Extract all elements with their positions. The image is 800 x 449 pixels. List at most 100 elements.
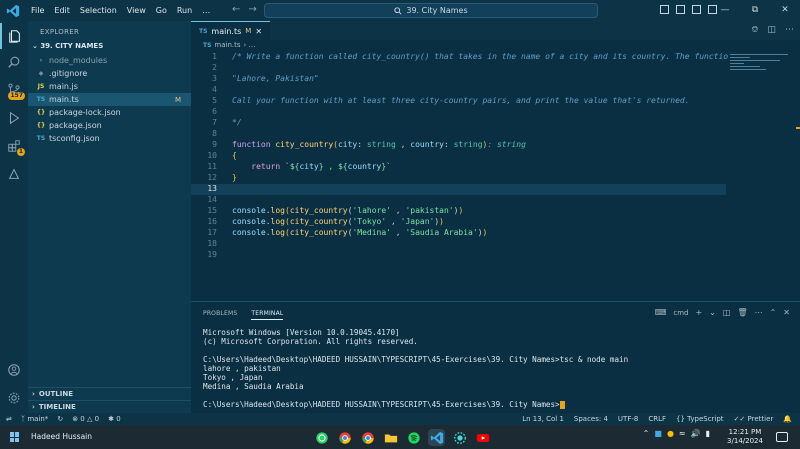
source-control-badge: 157 (8, 92, 25, 100)
navigation-arrows: ← → (232, 4, 257, 15)
chrome-profile-icon[interactable] (359, 429, 376, 446)
terminal-shell-label[interactable]: cmd (673, 309, 688, 317)
whatsapp-icon[interactable] (313, 429, 330, 446)
minimize-icon[interactable]: — (710, 0, 740, 21)
terminal-output[interactable]: Microsoft Windows [Version 10.0.19045.41… (203, 328, 628, 409)
typescript-file-icon: TS (203, 41, 212, 49)
menu-go[interactable]: Go (151, 6, 172, 15)
split-editor-icon[interactable]: ◫ (767, 25, 776, 35)
typescript-file-icon: TS (36, 96, 46, 103)
trash-icon[interactable]: 🗑 (737, 308, 747, 317)
split-terminal-icon[interactable]: ◫ (723, 308, 731, 317)
more-actions-icon[interactable]: ⋯ (785, 25, 794, 35)
file-gitignore[interactable]: ◆ .gitignore (28, 67, 191, 80)
taskbar-user[interactable]: Hadeed Hussain (31, 432, 92, 441)
command-center-search[interactable]: 39. City Names (264, 3, 598, 18)
code-line: 18 (207, 239, 217, 248)
remote-explorer-activity[interactable] (0, 161, 28, 187)
menu-view[interactable]: View (122, 6, 151, 15)
taskbar-clock[interactable]: 12:21 PM 3/14/2024 (725, 428, 765, 446)
close-icon[interactable]: ✕ (783, 308, 790, 317)
outline-section[interactable]: › OUTLINE (28, 387, 191, 400)
volume-icon[interactable]: 🔊 (691, 429, 701, 438)
ports-status[interactable]: ✱ 0 (108, 415, 121, 423)
menu-run[interactable]: Run (172, 6, 197, 15)
breadcrumb-file[interactable]: main.ts (214, 41, 240, 49)
language-mode[interactable]: {} TypeScript (676, 415, 724, 423)
close-icon[interactable]: ✕ (255, 27, 262, 36)
code-line: 12} (207, 173, 237, 182)
spotify-icon[interactable] (405, 429, 422, 446)
explorer-activity[interactable] (0, 23, 28, 49)
layout-controls (660, 5, 717, 14)
sync-icon[interactable]: ↻ (57, 415, 63, 423)
toggle-panel-icon[interactable] (676, 5, 685, 14)
wifi-icon[interactable]: ≈ (679, 429, 686, 438)
cursor-position[interactable]: Ln 13, Col 1 (522, 415, 564, 423)
file-explorer-icon[interactable] (382, 429, 399, 446)
code-line: 6 (212, 107, 217, 116)
source-control-activity[interactable]: 157 (0, 77, 28, 103)
code-line: 17 console.log(city_country('Medina' , 'S… (207, 228, 488, 237)
maximize-panel-icon[interactable]: ⌃ (770, 308, 777, 317)
prettier-status[interactable]: ✓✓ Prettier (734, 415, 774, 423)
windows-start-icon[interactable] (10, 432, 20, 442)
compare-changes-icon[interactable]: ⎊ (751, 25, 758, 35)
notifications-bell-icon[interactable]: 🔔 (783, 415, 792, 423)
system-tray: ⌃ ■ ● ≈ 🔊 ▮ (643, 429, 710, 438)
minimap[interactable] (730, 54, 790, 84)
problems-status[interactable]: ⊗ 0 △ 0 (72, 415, 99, 423)
workspace-folder[interactable]: ⌄ 39. CITY NAMES (32, 42, 191, 50)
tab-main-ts[interactable]: TS main.ts M ✕ (191, 21, 271, 40)
explorer-title: EXPLORER (40, 28, 80, 36)
back-arrow-icon[interactable]: ← (232, 4, 240, 15)
menu-selection[interactable]: Selection (75, 6, 122, 15)
menu-more[interactable]: … (197, 6, 215, 15)
new-terminal-icon[interactable]: + (695, 308, 702, 317)
notification-center-icon[interactable] (776, 432, 788, 442)
toggle-secondary-sidebar-icon[interactable] (692, 5, 701, 14)
manage-activity[interactable] (0, 385, 28, 411)
vscode-taskbar-icon[interactable] (428, 429, 445, 446)
file-node-modules[interactable]: › node_modules (28, 54, 191, 67)
tray-app-icon[interactable]: ■ (654, 429, 662, 438)
file-package-json[interactable]: {} package.json (28, 119, 191, 132)
vscode-logo-icon[interactable] (6, 4, 20, 18)
terminal-prompt: C:\Users\Hadeed\Desktop\HADEED HUSSAIN\T… (203, 400, 560, 409)
end-of-line[interactable]: CRLF (648, 415, 666, 423)
run-debug-activity[interactable] (0, 105, 28, 131)
toggle-primary-sidebar-icon[interactable] (660, 5, 669, 14)
restore-icon[interactable]: ⧉ (740, 0, 770, 21)
chrome-tray-icon[interactable]: ● (667, 429, 674, 438)
menu-edit[interactable]: Edit (49, 6, 75, 15)
file-label: main.ts (49, 95, 79, 104)
settings-app-icon[interactable] (451, 429, 468, 446)
youtube-icon[interactable] (474, 429, 491, 446)
chevron-down-icon[interactable]: ⌄ (709, 308, 716, 317)
extensions-activity[interactable]: 1 (0, 133, 28, 159)
forward-arrow-icon[interactable]: → (248, 4, 256, 15)
file-tsconfig-json[interactable]: TS tsconfig.json (28, 132, 191, 145)
encoding[interactable]: UTF-8 (618, 415, 638, 423)
chrome-icon[interactable] (336, 429, 353, 446)
chevron-right-icon: › (32, 403, 35, 411)
breadcrumb-rest[interactable]: › … (244, 41, 256, 49)
tab-terminal[interactable]: TERMINAL (251, 310, 284, 320)
timeline-section[interactable]: › TIMELINE (28, 400, 191, 413)
file-package-lock-json[interactable]: {} package-lock.json (28, 106, 191, 119)
account-icon (8, 364, 20, 376)
more-actions-icon[interactable]: ⋯ (755, 308, 763, 317)
accounts-activity[interactable] (0, 357, 28, 383)
remote-indicator-icon[interactable]: ⇌ (6, 415, 12, 423)
search-activity[interactable] (0, 49, 28, 75)
menu-file[interactable]: File (26, 6, 49, 15)
close-icon[interactable]: ✕ (770, 0, 800, 21)
git-branch[interactable]: ᛉ main* (21, 415, 48, 423)
indentation[interactable]: Spaces: 4 (574, 415, 608, 423)
scrollbar-marker (796, 127, 800, 129)
tab-problems[interactable]: PROBLEMS (203, 310, 237, 320)
file-main-ts[interactable]: TS main.ts M (28, 93, 191, 106)
file-main-js[interactable]: JS main.js (28, 80, 191, 93)
battery-icon[interactable]: ▮ (706, 429, 710, 438)
chevron-up-icon[interactable]: ⌃ (643, 429, 650, 438)
